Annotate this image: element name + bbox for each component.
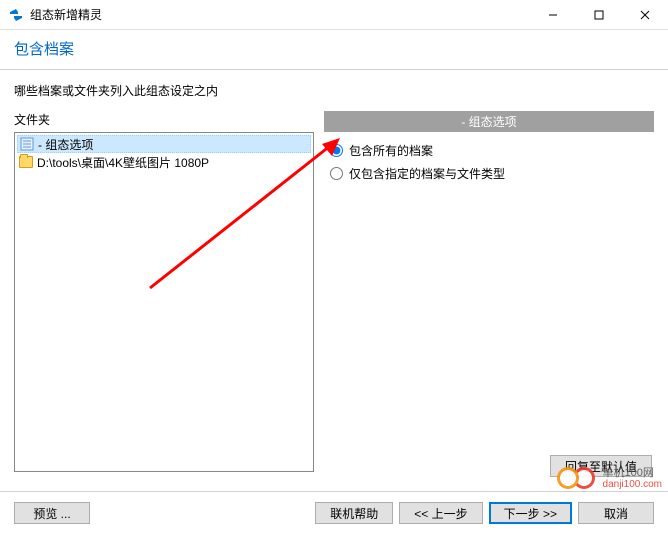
options-header: - 组态选项	[324, 111, 654, 132]
titlebar: 组态新增精灵	[0, 0, 668, 30]
right-panel: - 组态选项 包含所有的档案 仅包含指定的档案与文件类型	[324, 111, 654, 472]
close-button[interactable]	[622, 0, 668, 29]
cancel-button[interactable]: 取消	[578, 502, 654, 524]
tree-item-label: - 组态选项	[38, 136, 93, 153]
tree-item-label: D:\tools\桌面\4K壁纸图片 1080P	[37, 154, 209, 171]
app-icon	[8, 7, 24, 23]
window-title: 组态新增精灵	[30, 6, 530, 23]
radio-include-all[interactable]	[330, 144, 343, 157]
option-include-all[interactable]: 包含所有的档案	[330, 142, 648, 159]
minimize-button[interactable]	[530, 0, 576, 29]
maximize-button[interactable]	[576, 0, 622, 29]
wizard-header: 包含档案	[0, 30, 668, 70]
left-panel: 文件夹 - 组态选项 D:\tools\桌面\4K壁纸图片 1080P	[14, 111, 314, 472]
help-button[interactable]: 联机帮助	[315, 502, 393, 524]
radio-include-specified[interactable]	[330, 167, 343, 180]
watermark-logo	[557, 465, 601, 493]
folder-tree[interactable]: - 组态选项 D:\tools\桌面\4K壁纸图片 1080P	[14, 132, 314, 472]
instruction-text: 哪些档案或文件夹列入此组态设定之内	[14, 82, 654, 99]
option-include-specified[interactable]: 仅包含指定的档案与文件类型	[330, 165, 648, 182]
radio-label: 仅包含指定的档案与文件类型	[349, 165, 505, 182]
folder-icon	[19, 156, 33, 168]
watermark-text-cn: 单机100网	[603, 467, 662, 479]
wizard-footer: 预览 ... 联机帮助 << 上一步 下一步 >> 取消	[0, 491, 668, 533]
include-options: 包含所有的档案 仅包含指定的档案与文件类型	[324, 132, 654, 198]
back-button[interactable]: << 上一步	[399, 502, 482, 524]
watermark: 单机100网 danji100.com	[557, 465, 662, 493]
tree-item-config[interactable]: - 组态选项	[17, 135, 311, 153]
window-controls	[530, 0, 668, 29]
radio-label: 包含所有的档案	[349, 142, 433, 159]
content-area: 哪些档案或文件夹列入此组态设定之内 文件夹 - 组态选项 D:\tools\桌面…	[0, 70, 668, 472]
config-icon	[20, 137, 34, 151]
tree-label: 文件夹	[14, 111, 314, 128]
watermark-text-url: danji100.com	[603, 479, 662, 491]
tree-item-folder[interactable]: D:\tools\桌面\4K壁纸图片 1080P	[17, 153, 311, 171]
page-title: 包含档案	[14, 38, 654, 59]
next-button[interactable]: 下一步 >>	[489, 502, 572, 524]
preview-button[interactable]: 预览 ...	[14, 502, 90, 524]
